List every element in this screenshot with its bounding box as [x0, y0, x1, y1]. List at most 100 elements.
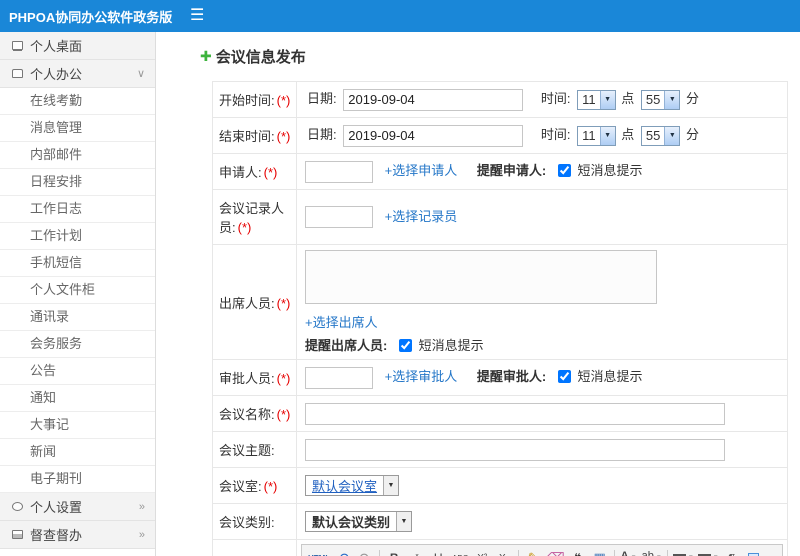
- date-label: 日期:: [307, 91, 337, 107]
- sidebar-item[interactable]: 电子期刊: [0, 466, 155, 493]
- italic-icon[interactable]: I: [406, 548, 426, 556]
- format-painter-icon[interactable]: ✎: [523, 548, 543, 556]
- approver-input[interactable]: [305, 366, 373, 389]
- chevron-down-icon: ▼: [664, 126, 680, 145]
- form-row-meeting-room: 会议室: (*) 默认会议室 ▼: [212, 467, 788, 504]
- time-label: 时间:: [540, 91, 571, 107]
- field-label: 会议名称: (*): [212, 395, 297, 432]
- eraser-icon[interactable]: ⌫: [545, 548, 565, 556]
- start-minute-select[interactable]: 55 ▼: [640, 89, 681, 110]
- form-row-meeting-name: 会议名称: (*): [212, 395, 788, 432]
- sidebar-item[interactable]: 手机短信: [0, 250, 155, 277]
- chevron-down-icon: ▼: [383, 476, 399, 495]
- toolbar-separator: [613, 550, 615, 556]
- undo-icon[interactable]: ↶: [333, 548, 353, 556]
- sidebar-item-label: 个人桌面: [30, 39, 83, 54]
- field-label: 结束时间: (*): [212, 117, 297, 154]
- toolbar-separator: [379, 550, 381, 556]
- attendees-sms-checkbox[interactable]: [398, 339, 412, 352]
- choose-attendees-link[interactable]: +选择出席人: [305, 315, 378, 330]
- required-mark: (*): [263, 479, 278, 494]
- subscript-icon[interactable]: X₂: [494, 548, 514, 556]
- sidebar: 个人桌面 个人办公 ∨ 在线考勤 消息管理 内部邮件 日程安排 工作日志 工作计…: [0, 32, 156, 556]
- remind-applicant-label: 提醒申请人:: [476, 163, 547, 179]
- meeting-subject-input[interactable]: [305, 438, 725, 461]
- blockquote-icon[interactable]: ❝: [568, 548, 588, 556]
- paragraph-icon[interactable]: ¶: [722, 548, 742, 556]
- strikethrough-icon[interactable]: ABC: [450, 548, 470, 556]
- meeting-name-input[interactable]: [305, 402, 725, 425]
- chevron-down-icon: ▼: [396, 512, 412, 531]
- topbar: PHPOA协同办公软件政务版 ☰: [0, 0, 800, 32]
- start-hour-select[interactable]: 11 ▼: [577, 89, 616, 110]
- ordered-list-icon[interactable]: ▼: [672, 548, 695, 556]
- required-mark: (*): [276, 295, 291, 311]
- sidebar-item[interactable]: 通知: [0, 385, 155, 412]
- unordered-list-icon[interactable]: ▼: [697, 548, 720, 556]
- gear-icon: [12, 502, 23, 511]
- form-row-recorder: 会议记录人员: (*) +选择记录员: [212, 189, 788, 245]
- field-label: 会议室: (*): [212, 467, 297, 504]
- attendees-textarea[interactable]: [305, 250, 657, 304]
- field-label: 会议主题:: [212, 431, 297, 468]
- sidebar-item[interactable]: 工作计划: [0, 223, 155, 250]
- sidebar-item[interactable]: 大事记: [0, 412, 155, 439]
- sidebar-item-settings[interactable]: 个人设置 »: [0, 493, 155, 521]
- required-mark: (*): [263, 165, 278, 180]
- end-date-input[interactable]: [343, 124, 524, 147]
- menu-icon[interactable]: ☰: [190, 8, 204, 24]
- sidebar-item[interactable]: 个人文件柜: [0, 277, 155, 304]
- end-hour-select[interactable]: 11 ▼: [577, 125, 616, 146]
- required-mark: (*): [276, 93, 291, 108]
- applicant-input[interactable]: [305, 160, 373, 183]
- html-source-icon[interactable]: HTML: [307, 548, 331, 556]
- sidebar-item-desktop[interactable]: 个人桌面: [0, 32, 155, 60]
- fullscreen-icon[interactable]: [744, 548, 764, 556]
- field-label: [212, 539, 297, 556]
- font-color-icon[interactable]: A▼: [619, 548, 639, 556]
- meeting-room-select[interactable]: 默认会议室 ▼: [305, 475, 400, 496]
- minute-unit-label: 分: [685, 91, 699, 107]
- applicant-sms-checkbox[interactable]: [557, 164, 571, 178]
- sidebar-item[interactable]: 工作日志: [0, 196, 155, 223]
- choose-recorder-link[interactable]: +选择记录员: [385, 209, 458, 224]
- sidebar-item[interactable]: 内部邮件: [0, 142, 155, 169]
- app-title: PHPOA协同办公软件政务版: [9, 9, 173, 25]
- field-label: 申请人: (*): [212, 153, 297, 190]
- sms-label: 短消息提示: [418, 338, 484, 353]
- add-icon: ✚: [200, 48, 212, 64]
- template-icon[interactable]: ▦: [590, 548, 610, 556]
- superscript-icon[interactable]: X²: [472, 548, 492, 556]
- field-label: 会议记录人员: (*): [212, 189, 297, 245]
- sidebar-item[interactable]: 日程安排: [0, 169, 155, 196]
- underline-icon[interactable]: U: [428, 548, 448, 556]
- sidebar-item[interactable]: 会务服务: [0, 331, 155, 358]
- toolbar-separator: [518, 550, 520, 556]
- bold-icon[interactable]: B: [384, 548, 404, 556]
- recorder-input[interactable]: [305, 206, 373, 229]
- briefcase-icon: [12, 69, 23, 78]
- end-minute-select[interactable]: 55 ▼: [640, 125, 681, 146]
- monitor-icon: [12, 530, 23, 539]
- sidebar-item[interactable]: 通讯录: [0, 304, 155, 331]
- sidebar-item-supervise[interactable]: 督查督办 »: [0, 521, 155, 549]
- sms-label: 短消息提示: [577, 163, 643, 179]
- sidebar-item[interactable]: 公告: [0, 358, 155, 385]
- sidebar-item[interactable]: 消息管理: [0, 115, 155, 142]
- sidebar-item-office[interactable]: 个人办公 ∨: [0, 60, 155, 88]
- meeting-category-select[interactable]: 默认会议类别 ▼: [305, 511, 413, 532]
- highlight-color-icon[interactable]: ab▼: [641, 548, 663, 556]
- start-date-input[interactable]: [343, 88, 524, 111]
- required-mark: (*): [237, 220, 252, 235]
- redo-icon[interactable]: ↷: [355, 548, 375, 556]
- form-row-applicant: 申请人: (*) +选择申请人 提醒申请人: 短消息提示: [212, 153, 788, 190]
- chevron-down-icon: ▼: [599, 90, 615, 109]
- choose-applicant-link[interactable]: +选择申请人: [385, 163, 458, 178]
- sms-label: 短消息提示: [577, 369, 643, 385]
- approver-sms-checkbox[interactable]: [557, 370, 571, 384]
- desktop-icon: [12, 41, 23, 50]
- choose-approver-link[interactable]: +选择审批人: [385, 369, 458, 384]
- form-row-start-time: 开始时间:(*) 日期: 时间: 11▼ 点 55▼ 分: [212, 81, 788, 118]
- sidebar-item[interactable]: 新闻: [0, 439, 155, 466]
- sidebar-item[interactable]: 在线考勤: [0, 88, 155, 115]
